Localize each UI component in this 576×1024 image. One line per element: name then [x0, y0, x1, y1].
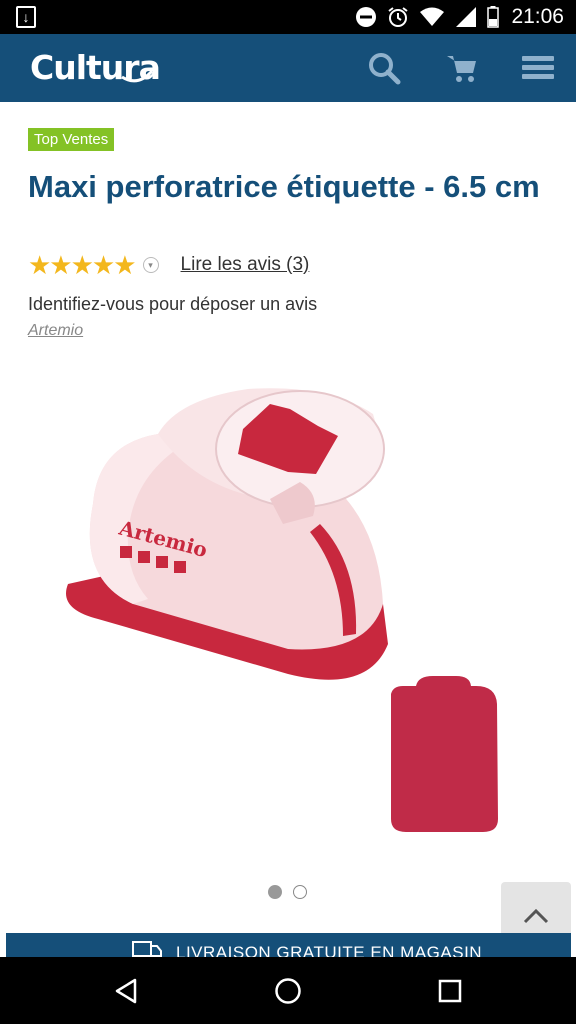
recent-apps-button[interactable] — [433, 974, 467, 1008]
read-reviews-link[interactable]: Lire les avis (3) — [181, 254, 310, 276]
recent-apps-icon — [438, 979, 462, 1003]
rating-row: ★★★★★ ▾ Lire les avis (3) — [28, 252, 309, 278]
login-to-review-text[interactable]: Identifiez-vous pour déposer un avis — [28, 294, 317, 315]
carousel-dots — [268, 885, 307, 899]
carousel-dot-2[interactable] — [293, 885, 307, 899]
wifi-icon — [419, 6, 445, 28]
system-navigation-bar — [0, 957, 576, 1024]
cart-icon — [447, 56, 476, 82]
top-sales-badge: Top Ventes — [28, 128, 115, 151]
menu-icon — [522, 56, 554, 79]
cart-button[interactable] — [444, 50, 480, 86]
search-icon — [369, 53, 401, 85]
rating-stars: ★★★★★ — [28, 250, 137, 280]
status-icons: 21:06 — [355, 4, 564, 30]
battery-icon — [487, 6, 500, 28]
free-delivery-banner[interactable]: LIVRAISON GRATUITE EN MAGASIN — [6, 933, 571, 957]
app-header: Cultura — [0, 34, 576, 102]
download-notification-icon: ↓ — [16, 6, 36, 28]
delivery-icon — [132, 941, 162, 957]
home-circle-icon — [275, 978, 301, 1004]
search-button[interactable] — [366, 50, 402, 86]
punched-tag-sample — [391, 676, 498, 832]
logo-swoosh-icon — [121, 69, 154, 83]
brand-link[interactable]: Artemio — [28, 322, 83, 340]
signal-icon — [455, 6, 477, 28]
home-button[interactable] — [271, 974, 305, 1008]
product-image[interactable]: Artemio — [38, 364, 538, 874]
rating-dropdown-icon[interactable]: ▾ — [142, 257, 159, 273]
back-triangle-icon — [115, 978, 137, 1004]
do-not-disturb-icon — [355, 6, 377, 28]
product-title: Maxi perforatrice étiquette - 6.5 cm — [28, 169, 540, 204]
menu-button[interactable] — [520, 50, 556, 86]
back-button[interactable] — [109, 974, 143, 1008]
status-bar: ↓ 21:06 — [0, 0, 576, 34]
alarm-icon — [387, 6, 409, 28]
status-time: 21:06 — [511, 5, 564, 28]
banner-text: LIVRAISON GRATUITE EN MAGASIN — [176, 943, 483, 957]
chevron-up-icon — [523, 908, 549, 924]
carousel-dot-1[interactable] — [268, 885, 282, 899]
